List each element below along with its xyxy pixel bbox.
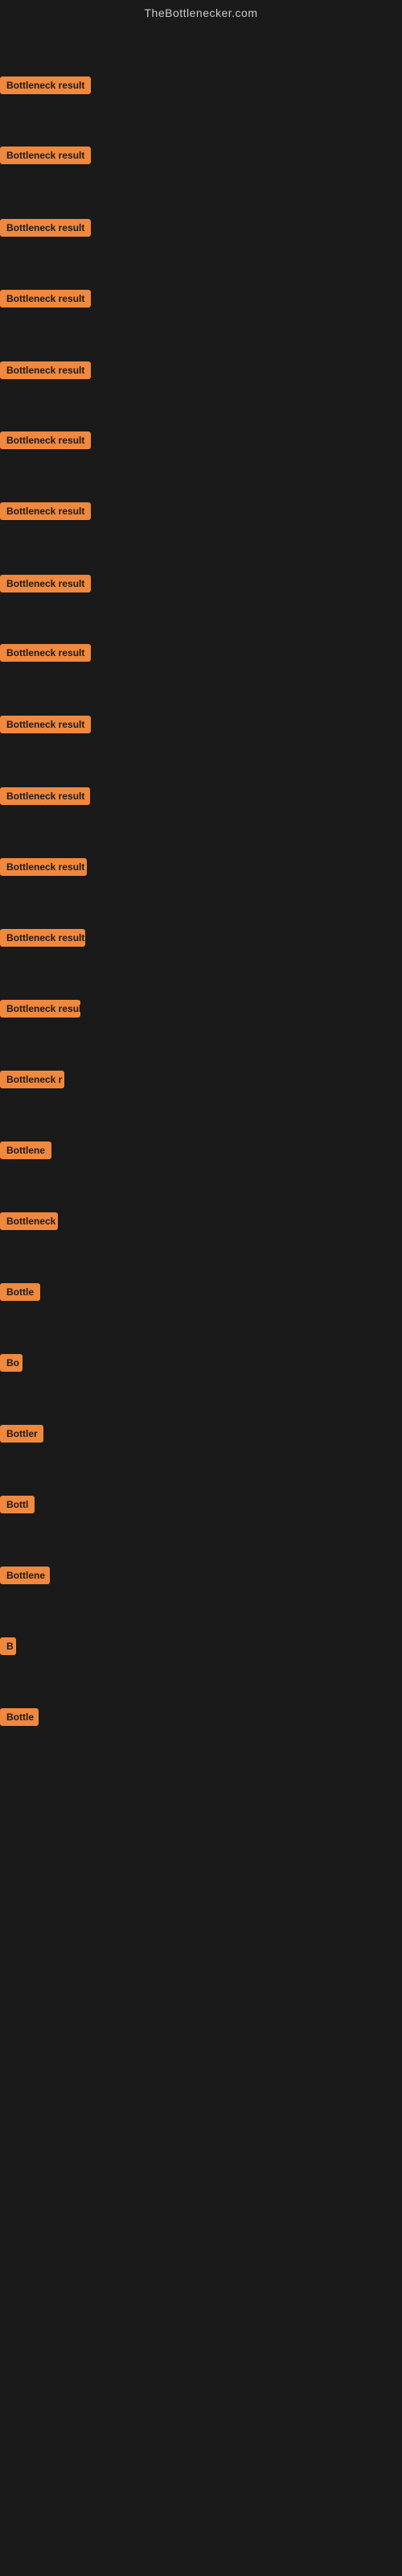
bottleneck-item-23: B xyxy=(0,1637,16,1659)
bottleneck-item-2: Bottleneck result xyxy=(0,147,91,168)
bottleneck-badge-13[interactable]: Bottleneck result xyxy=(0,929,85,947)
bottleneck-badge-15[interactable]: Bottleneck r xyxy=(0,1071,64,1088)
bottleneck-badge-7[interactable]: Bottleneck result xyxy=(0,502,91,520)
bottleneck-item-20: Bottler xyxy=(0,1425,43,1447)
bottleneck-item-3: Bottleneck result xyxy=(0,219,91,241)
bottleneck-badge-9[interactable]: Bottleneck result xyxy=(0,644,91,662)
bottleneck-item-10: Bottleneck result xyxy=(0,716,91,737)
bottleneck-badge-23[interactable]: B xyxy=(0,1637,16,1655)
site-header: TheBottlenecker.com xyxy=(0,0,402,23)
bottleneck-item-24: Bottle xyxy=(0,1708,39,1730)
bottleneck-badge-2[interactable]: Bottleneck result xyxy=(0,147,91,164)
bottleneck-item-22: Bottlene xyxy=(0,1567,50,1588)
site-title: TheBottlenecker.com xyxy=(144,6,257,19)
bottleneck-item-15: Bottleneck r xyxy=(0,1071,64,1092)
bottleneck-badge-18[interactable]: Bottle xyxy=(0,1283,40,1301)
bottleneck-item-18: Bottle xyxy=(0,1283,40,1305)
bottleneck-badge-16[interactable]: Bottlene xyxy=(0,1141,51,1159)
bottleneck-badge-3[interactable]: Bottleneck result xyxy=(0,219,91,237)
bottleneck-item-12: Bottleneck result xyxy=(0,858,87,880)
bottleneck-badge-1[interactable]: Bottleneck result xyxy=(0,76,91,94)
bottleneck-badge-8[interactable]: Bottleneck result xyxy=(0,575,91,592)
bottleneck-item-1: Bottleneck result xyxy=(0,76,91,98)
bottleneck-badge-21[interactable]: Bottl xyxy=(0,1496,35,1513)
bottleneck-item-6: Bottleneck result xyxy=(0,431,91,453)
bottleneck-badge-24[interactable]: Bottle xyxy=(0,1708,39,1726)
bottleneck-badge-20[interactable]: Bottler xyxy=(0,1425,43,1443)
bottleneck-badge-4[interactable]: Bottleneck result xyxy=(0,290,91,308)
bottleneck-item-8: Bottleneck result xyxy=(0,575,91,597)
bottleneck-badge-22[interactable]: Bottlene xyxy=(0,1567,50,1584)
bottleneck-badge-10[interactable]: Bottleneck result xyxy=(0,716,91,733)
bottleneck-item-16: Bottlene xyxy=(0,1141,51,1163)
bottleneck-item-11: Bottleneck result xyxy=(0,787,90,809)
bottleneck-badge-14[interactable]: Bottleneck result xyxy=(0,1000,80,1018)
bottleneck-badge-11[interactable]: Bottleneck result xyxy=(0,787,90,805)
bottleneck-badge-6[interactable]: Bottleneck result xyxy=(0,431,91,449)
bottleneck-item-7: Bottleneck result xyxy=(0,502,91,524)
bottleneck-badge-5[interactable]: Bottleneck result xyxy=(0,361,91,379)
bottleneck-item-5: Bottleneck result xyxy=(0,361,91,383)
bottleneck-badge-17[interactable]: Bottleneck xyxy=(0,1212,58,1230)
bottleneck-item-17: Bottleneck xyxy=(0,1212,58,1234)
bottleneck-badge-19[interactable]: Bo xyxy=(0,1354,23,1372)
bottleneck-item-13: Bottleneck result xyxy=(0,929,85,951)
bottleneck-item-21: Bottl xyxy=(0,1496,35,1517)
bottleneck-badge-12[interactable]: Bottleneck result xyxy=(0,858,87,876)
bottleneck-item-14: Bottleneck result xyxy=(0,1000,80,1022)
bottleneck-item-4: Bottleneck result xyxy=(0,290,91,312)
bottleneck-item-9: Bottleneck result xyxy=(0,644,91,666)
bottleneck-item-19: Bo xyxy=(0,1354,23,1376)
